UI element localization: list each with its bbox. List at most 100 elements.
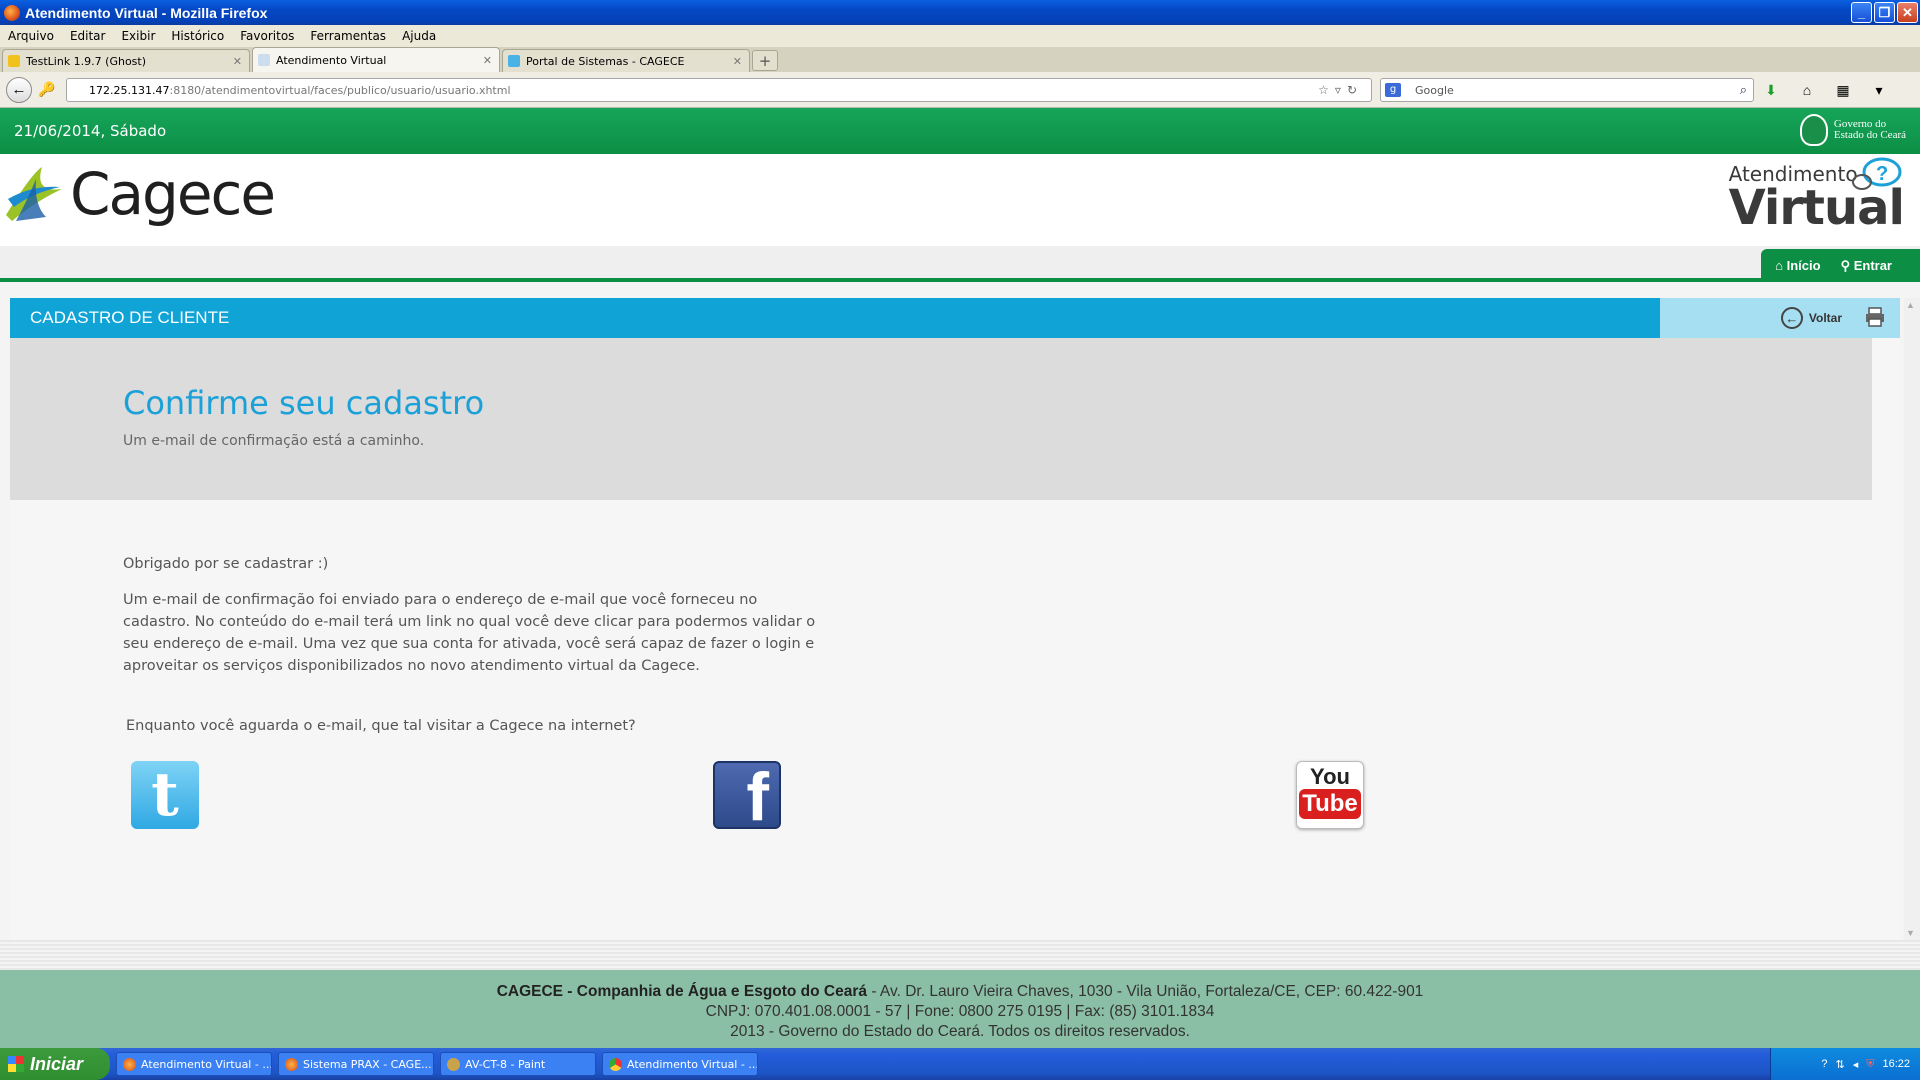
menu-ferramentas[interactable]: Ferramentas bbox=[302, 29, 394, 43]
windows-taskbar: Iniciar Atendimento Virtual - ... Sistem… bbox=[0, 1048, 1920, 1080]
menu-editar[interactable]: Editar bbox=[62, 29, 114, 43]
web-page: 21/06/2014, Sábado Governo do Estado do C… bbox=[0, 108, 1920, 1048]
twitter-icon[interactable]: t bbox=[131, 760, 199, 830]
menu-ajuda[interactable]: Ajuda bbox=[394, 29, 444, 43]
site-footer: CAGECE - Companhia de Água e Esgoto do C… bbox=[0, 940, 1920, 1048]
taskbar-item[interactable]: Atendimento Virtual - ... bbox=[602, 1052, 758, 1076]
toolbar-icons: ⬇ ⌂ ▦ ▾ bbox=[1762, 82, 1888, 99]
nav-inicio[interactable]: ⌂ Início bbox=[1775, 258, 1820, 273]
footer-copyright: 2013 - Governo do Estado do Ceará. Todos… bbox=[730, 1023, 1190, 1040]
youtube-icon[interactable]: You Tube bbox=[1296, 761, 1364, 829]
firefox-icon bbox=[123, 1057, 136, 1071]
menu-historico[interactable]: Histórico bbox=[163, 29, 232, 43]
vertical-scrollbar[interactable]: ▲ ▼ bbox=[1904, 298, 1920, 940]
addon-icon[interactable]: ▦ bbox=[1834, 82, 1852, 99]
tab-label: Portal de Sistemas - CAGECE bbox=[526, 54, 685, 68]
security-icon[interactable]: ⛨ bbox=[1866, 1058, 1874, 1071]
search-placeholder: Google bbox=[1415, 83, 1454, 97]
chrome-icon bbox=[609, 1057, 622, 1071]
tab-strip: TestLink 1.9.7 (Ghost) ✕ Atendimento Vir… bbox=[0, 47, 1920, 72]
tab-atendimento-virtual[interactable]: Atendimento Virtual ✕ bbox=[252, 47, 500, 72]
testlink-icon bbox=[8, 55, 20, 67]
atendimento-virtual-logo: Atendimento Virtual ? bbox=[1729, 157, 1905, 232]
section-actions: ← Voltar bbox=[1660, 298, 1900, 338]
taskbar-item[interactable]: Sistema PRAX - CAGE... bbox=[278, 1052, 434, 1076]
window-title: Atendimento Virtual - Mozilla Firefox bbox=[25, 4, 268, 21]
identity-icon[interactable]: 🔑 bbox=[38, 81, 55, 98]
taskbar-item[interactable]: Atendimento Virtual - ... bbox=[116, 1052, 272, 1076]
confirmation-banner: Confirme seu cadastro Um e-mail de confi… bbox=[10, 338, 1872, 500]
facebook-icon[interactable]: f bbox=[713, 761, 781, 831]
new-tab-button[interactable]: + bbox=[752, 50, 778, 71]
download-icon[interactable]: ⬇ bbox=[1762, 82, 1780, 99]
cagece-icon bbox=[508, 55, 520, 67]
footer-company: CAGECE - Companhia de Água e Esgoto do C… bbox=[496, 983, 868, 1000]
navigation-toolbar: ← 🔑 172.25.131.47:8180/atendimentovirtua… bbox=[0, 72, 1920, 108]
menu-chevron-icon[interactable]: ▾ bbox=[1870, 82, 1888, 99]
network-icon[interactable]: ⇅ bbox=[1835, 1058, 1844, 1071]
menu-arquivo[interactable]: Arquivo bbox=[0, 29, 62, 43]
volume-icon[interactable]: ◂ bbox=[1853, 1058, 1859, 1071]
government-seal-icon bbox=[1799, 114, 1828, 146]
url-path: :8180/atendimentovirtual/faces/publico/u… bbox=[169, 83, 511, 97]
gov-logo-line2: Estado do Ceará bbox=[1833, 129, 1906, 141]
help-icon[interactable]: ? bbox=[1821, 1058, 1827, 1070]
page-subheading: Um e-mail de confirmação está a caminho. bbox=[123, 433, 425, 449]
site-header: Cagece Atendimento Virtual ? bbox=[0, 154, 1920, 246]
section-title: CADASTRO DE CLIENTE bbox=[10, 298, 1674, 338]
menu-bar: Arquivo Editar Exibir Histórico Favorito… bbox=[0, 25, 1920, 47]
nav-entrar[interactable]: ⚲ Entrar bbox=[1841, 258, 1892, 274]
url-host: 172.25.131.47 bbox=[89, 83, 170, 97]
maximize-button[interactable]: ❐ bbox=[1874, 2, 1895, 23]
menu-exibir[interactable]: Exibir bbox=[113, 29, 163, 43]
address-bar[interactable]: 172.25.131.47:8180/atendimentovirtual/fa… bbox=[66, 78, 1372, 102]
youtube-you: You bbox=[1310, 764, 1350, 789]
section-header: CADASTRO DE CLIENTE ← Voltar bbox=[10, 298, 1900, 338]
close-tab-icon[interactable]: ✕ bbox=[483, 54, 492, 67]
back-circle-icon: ← bbox=[1780, 307, 1803, 329]
scroll-up-icon[interactable]: ▲ bbox=[1906, 300, 1915, 310]
window-title-bar: Atendimento Virtual - Mozilla Firefox _ … bbox=[0, 0, 1920, 25]
windows-flag-icon bbox=[8, 1056, 24, 1072]
cagece-swoosh-icon bbox=[6, 167, 62, 221]
taskbar-item[interactable]: AV-CT-8 - Paint bbox=[440, 1052, 596, 1076]
user-menu: ⌂ Início ⚲ Entrar bbox=[1761, 249, 1920, 282]
voltar-button[interactable]: ← Voltar bbox=[1780, 307, 1842, 329]
tab-testlink[interactable]: TestLink 1.9.7 (Ghost) ✕ bbox=[2, 49, 250, 72]
home-icon: ⌂ bbox=[1775, 258, 1787, 273]
footer-contact: CNPJ: 070.401.08.0001 - 57 | Fone: 0800 … bbox=[705, 1003, 1215, 1020]
firefox-icon bbox=[4, 4, 20, 21]
speech-bubble-question-icon: ? bbox=[1852, 157, 1902, 190]
bookmark-star-icon[interactable]: ☆▿↻ bbox=[1318, 83, 1363, 97]
close-tab-icon[interactable]: ✕ bbox=[233, 55, 242, 68]
back-button[interactable]: ← bbox=[6, 76, 32, 103]
current-date: 21/06/2014, Sábado bbox=[14, 122, 167, 140]
back-arrow-icon: ← bbox=[11, 81, 27, 98]
print-icon[interactable] bbox=[1864, 306, 1886, 328]
footer-text: CAGECE - Companhia de Água e Esgoto do C… bbox=[0, 970, 1920, 1048]
search-bar[interactable]: g Google ⌕ bbox=[1380, 78, 1754, 102]
scroll-down-icon[interactable]: ▼ bbox=[1906, 928, 1915, 938]
close-button[interactable]: ✕ bbox=[1897, 2, 1918, 23]
start-button[interactable]: Iniciar bbox=[0, 1048, 110, 1080]
svg-text:?: ? bbox=[1876, 163, 1888, 185]
key-icon: ⚲ bbox=[1840, 257, 1854, 273]
tab-portal-sistemas[interactable]: Portal de Sistemas - CAGECE ✕ bbox=[502, 49, 750, 72]
footer-address: - Av. Dr. Lauro Vieira Chaves, 1030 - Vi… bbox=[867, 983, 1424, 1000]
firefox-icon bbox=[285, 1057, 298, 1071]
search-icon[interactable]: ⌕ bbox=[1740, 83, 1747, 98]
thanks-text: Obrigado por se cadastrar :) bbox=[123, 556, 329, 572]
brand-name: Cagece bbox=[70, 160, 276, 228]
menu-favoritos[interactable]: Favoritos bbox=[232, 29, 302, 43]
paint-icon bbox=[447, 1057, 460, 1071]
google-icon[interactable]: g bbox=[1385, 83, 1401, 97]
cagece-logo[interactable]: Cagece bbox=[2, 160, 276, 228]
clock[interactable]: 16:22 bbox=[1882, 1058, 1910, 1070]
tab-label: Atendimento Virtual bbox=[276, 53, 387, 67]
minimize-button[interactable]: _ bbox=[1851, 2, 1872, 23]
page-icon bbox=[258, 54, 270, 66]
close-tab-icon[interactable]: ✕ bbox=[733, 55, 742, 68]
home-icon[interactable]: ⌂ bbox=[1798, 82, 1816, 99]
message-text: Um e-mail de confirmação foi enviado par… bbox=[123, 592, 816, 674]
content-card: CADASTRO DE CLIENTE ← Voltar Confirme se… bbox=[10, 298, 1900, 940]
